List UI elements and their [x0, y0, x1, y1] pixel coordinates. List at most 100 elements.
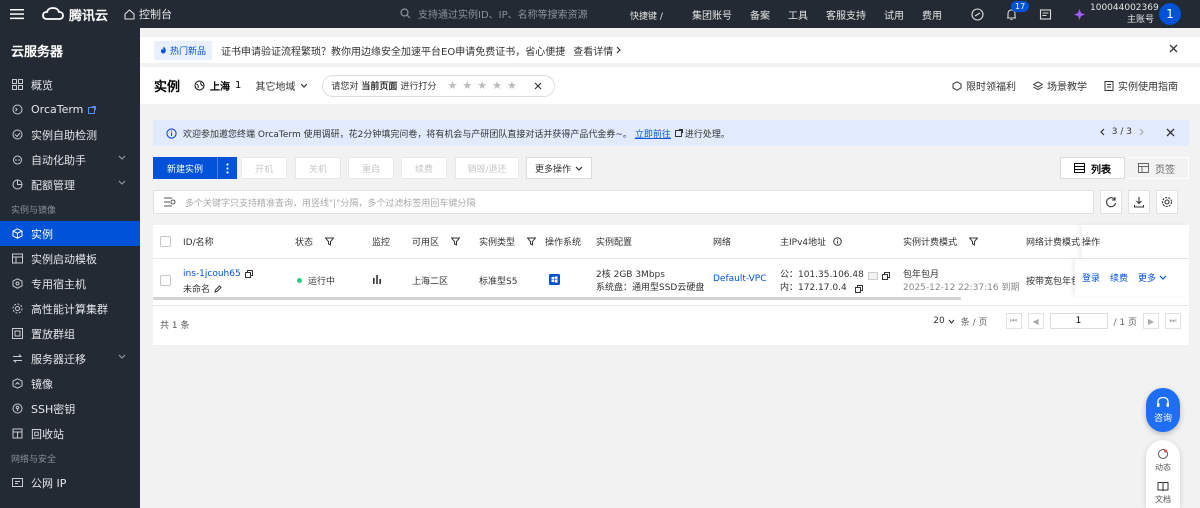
dynamic-button[interactable]: 动态 [1155, 448, 1171, 473]
list-view-tab[interactable]: 列表 [1060, 157, 1125, 179]
more-dots-icon[interactable] [217, 157, 237, 179]
page-title: 实例 [154, 80, 181, 95]
more-ops-dropdown[interactable]: 更多 [1138, 271, 1167, 284]
vpc-link[interactable]: Default-VPC [713, 274, 766, 284]
brand-logo[interactable]: 腾讯云 [42, 5, 108, 24]
sidebar-item-migration[interactable]: 服务器迁移 [0, 346, 140, 371]
new-instance-button[interactable]: 新建实例 [153, 157, 238, 179]
copy-icon[interactable] [244, 270, 253, 278]
docs-button[interactable]: 文档 [1155, 481, 1171, 505]
star-icon[interactable]: ★ [492, 79, 502, 92]
limited-offer-link[interactable]: 限时领福利 [952, 78, 1016, 93]
account-info[interactable]: 100044002369 主账号 [1090, 2, 1159, 26]
chevron-left-icon[interactable] [1099, 128, 1105, 136]
sidebar-item-public-ip[interactable]: 公网 IP [0, 470, 140, 495]
bell-icon[interactable]: 17 [994, 0, 1030, 21]
star-icon[interactable]: ★ [477, 79, 487, 92]
sidebar-item-dedicated-host[interactable]: 专用宿主机 [0, 271, 140, 296]
filter-icon[interactable] [325, 237, 335, 246]
tab-view-tab[interactable]: 页签 [1125, 157, 1189, 179]
login-link[interactable]: 登录 [1082, 271, 1100, 284]
destroy-button[interactable]: 销毁/退还 [455, 157, 519, 179]
copy-icon[interactable] [854, 284, 863, 293]
more-actions-dropdown[interactable]: 更多操作 [526, 157, 593, 179]
sidebar-item-orcaterm[interactable]: OrcaTerm [0, 97, 140, 122]
region-selector[interactable]: 上海 1 [194, 78, 241, 93]
star-icon[interactable]: ★ [447, 79, 457, 92]
settings-gear-icon[interactable] [1156, 190, 1178, 214]
top-link-trial[interactable]: 试用 [884, 7, 904, 22]
page-size-select[interactable]: 20 [933, 316, 955, 326]
download-icon[interactable] [1128, 190, 1150, 214]
renew-link[interactable]: 续费 [1110, 271, 1128, 284]
top-link-tools[interactable]: 工具 [788, 7, 808, 22]
close-icon[interactable] [534, 82, 542, 90]
sidebar-item-automation[interactable]: 自动化助手 [0, 147, 140, 172]
search-input[interactable]: 多个关键字只支持精准查询，用竖线"|"分隔，多个过滤标签用回车键分隔 [153, 190, 1094, 214]
col-header-label: 操作系统 [545, 238, 582, 248]
instance-id-link[interactable]: ins-1jcouh65 [183, 269, 241, 279]
sidebar-item-quota[interactable]: 配额管理 [0, 172, 140, 197]
sidebar-item-image[interactable]: 镜像 [0, 371, 140, 396]
notice-detail-link[interactable]: 查看详情 [573, 43, 622, 58]
sidebar-item-label: 概览 [31, 78, 53, 92]
tutorial-link[interactable]: 场景教学 [1033, 78, 1087, 93]
top-link-icp[interactable]: 备案 [750, 7, 770, 22]
avatar[interactable]: 1 [1159, 3, 1181, 25]
copy-icon[interactable] [881, 271, 890, 280]
sidebar-item-instances[interactable]: 实例 [0, 221, 140, 246]
headset-icon [1157, 396, 1169, 407]
edit-icon[interactable] [214, 284, 222, 293]
service-icon[interactable] [960, 7, 994, 21]
page-total: / 1 页 [1113, 317, 1137, 328]
filter-icon[interactable] [451, 237, 461, 246]
console-link[interactable]: 控制台 [124, 6, 172, 22]
top-link-support[interactable]: 客服支持 [826, 7, 866, 22]
close-icon[interactable] [1166, 128, 1175, 137]
sidebar-item-placement-group[interactable]: 置放群组 [0, 321, 140, 346]
sidebar-item-overview[interactable]: 概览 [0, 72, 140, 97]
grid-icon [11, 78, 24, 91]
refresh-icon[interactable] [1100, 190, 1122, 214]
top-link-billing[interactable]: 费用 [922, 7, 942, 22]
host-icon [11, 277, 24, 290]
last-page-icon[interactable]: ⏭ [1165, 313, 1181, 329]
shutdown-button[interactable]: 关机 [295, 157, 341, 179]
sidebar-item-self-check[interactable]: 实例自助检测 [0, 122, 140, 147]
prev-page-icon[interactable]: ◀ [1027, 313, 1044, 329]
renew-button[interactable]: 续费 [401, 157, 447, 179]
top-link-group-account[interactable]: 集团账号 [692, 7, 732, 22]
star-icon[interactable]: ★ [507, 79, 517, 92]
monitor-chart-icon[interactable] [372, 274, 382, 284]
select-all-checkbox[interactable] [160, 225, 171, 258]
col-header-label: 网络计费模式 [1026, 238, 1081, 248]
menu-icon[interactable] [0, 0, 34, 28]
info-icon[interactable] [833, 237, 842, 246]
start-button[interactable]: 开机 [241, 157, 287, 179]
filter-icon[interactable] [527, 237, 537, 246]
close-icon[interactable] [1169, 44, 1178, 53]
horizontal-scrollbar[interactable] [153, 297, 961, 300]
sidebar-item-ssh-key[interactable]: SSH密钥 [0, 396, 140, 421]
message-icon[interactable] [1028, 8, 1062, 21]
first-page-icon[interactable]: ⏮ [1005, 313, 1022, 329]
filter-icon[interactable] [969, 237, 979, 246]
banner-link[interactable]: 立即前往 [635, 127, 671, 140]
guide-link[interactable]: 实例使用指南 [1104, 78, 1178, 93]
restart-button[interactable]: 重启 [348, 157, 394, 179]
row-checkbox[interactable] [160, 275, 171, 286]
sidebar-item-recycle-bin[interactable]: 回收站 [0, 421, 140, 446]
other-regions-dropdown[interactable]: 其它地域 [255, 78, 308, 93]
star-icon[interactable]: ★ [462, 79, 472, 92]
chevron-right-icon[interactable] [1139, 128, 1144, 136]
next-page-icon[interactable]: ▶ [1143, 313, 1159, 329]
global-search[interactable]: 支持通过实例ID、IP、名称等搜索资源 [400, 6, 588, 21]
consult-button[interactable]: 咨询 [1146, 388, 1180, 432]
sidebar-item-hpc-cluster[interactable]: 高性能计算集群 [0, 296, 140, 321]
rating-stars: ★ ★ ★ ★ ★ [447, 79, 516, 92]
cluster-icon [11, 302, 24, 315]
col-header-net-billing: 网络计费模式 [1026, 225, 1080, 258]
sidebar-item-launch-template[interactable]: 实例启动模板 [0, 246, 140, 271]
fire-icon [161, 46, 166, 54]
page-input[interactable]: 1 [1049, 313, 1108, 329]
